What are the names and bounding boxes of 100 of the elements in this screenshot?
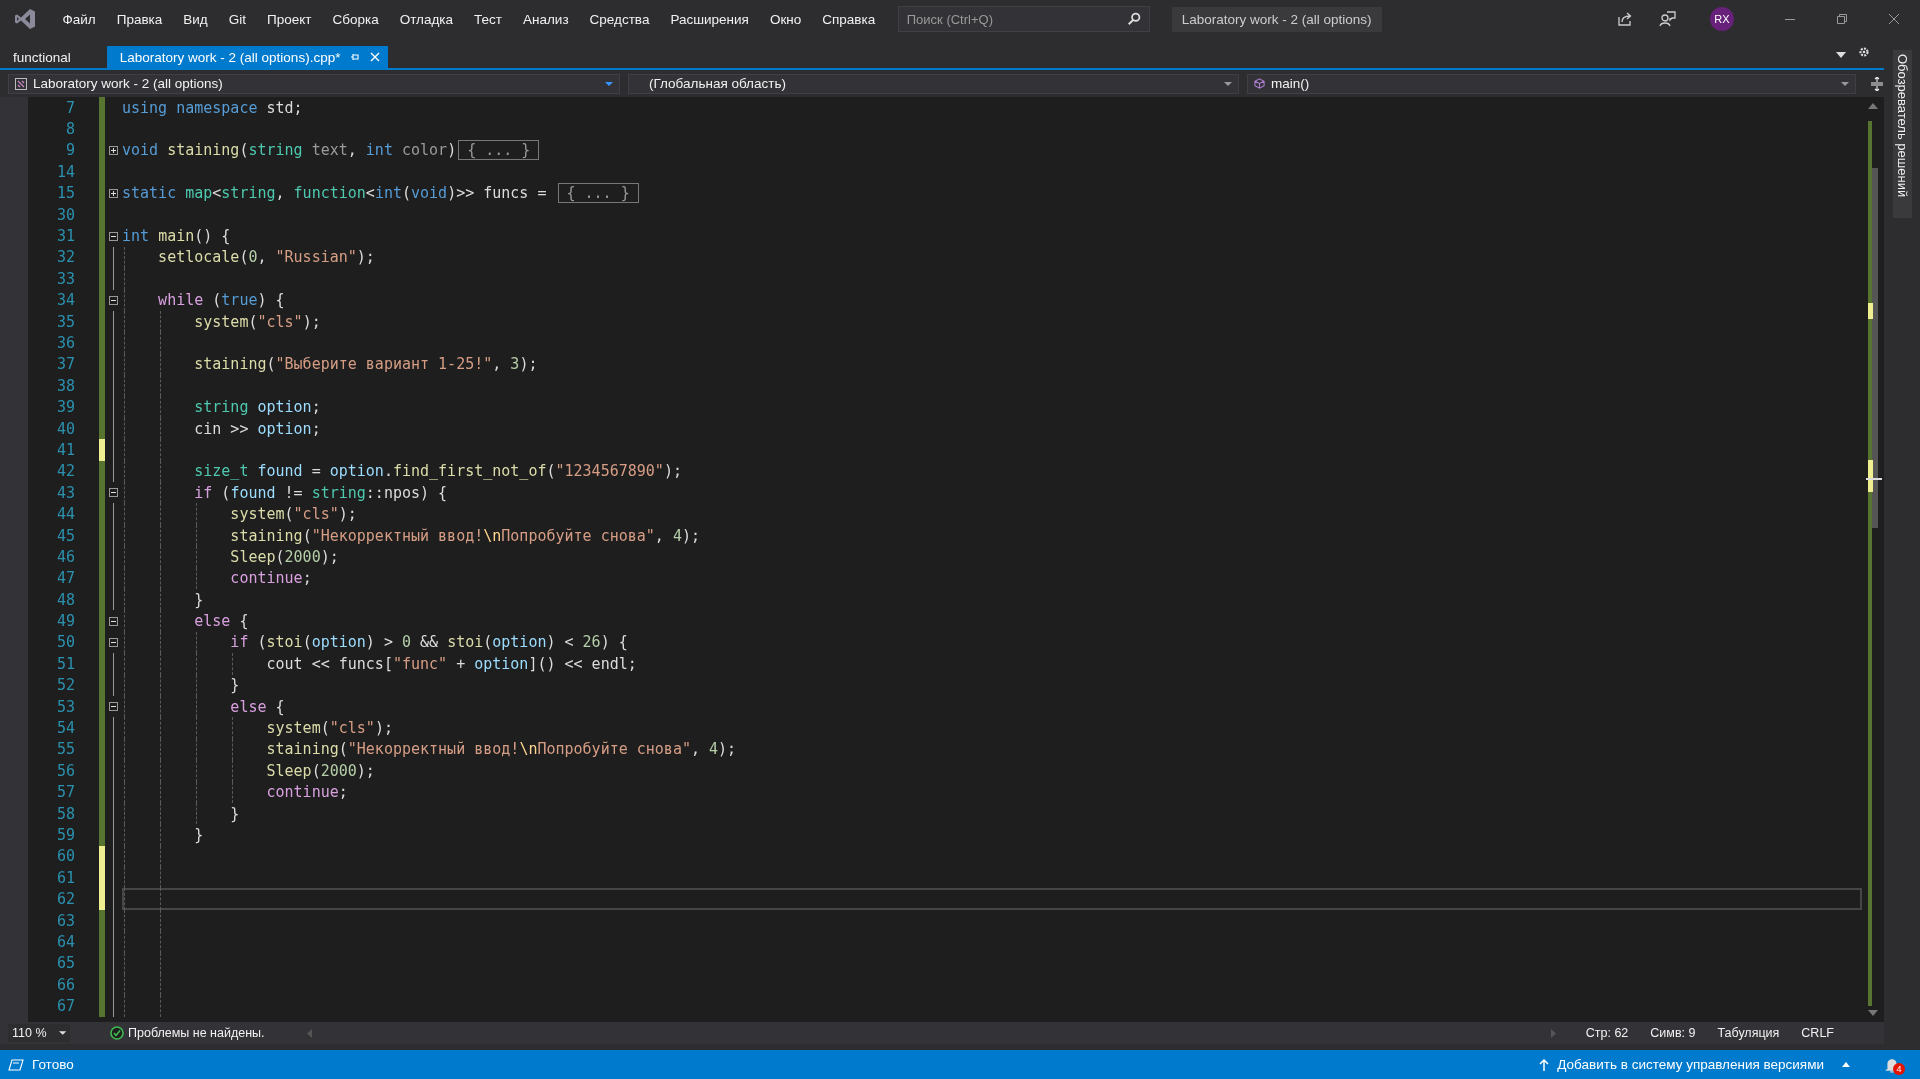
member-dropdown[interactable]: main() (1247, 73, 1856, 94)
caret-icon (605, 81, 613, 86)
line-number: 14 (55, 162, 75, 181)
menu-item[interactable]: Справка (811, 11, 886, 27)
line-number: 51 (55, 654, 75, 673)
caret-icon (1841, 81, 1849, 86)
line-number: 56 (55, 761, 75, 780)
output-icon[interactable] (8, 1058, 24, 1071)
expand-icon[interactable] (109, 145, 118, 155)
close-icon[interactable] (1888, 13, 1900, 25)
code-line: continue; (229, 569, 312, 588)
line-number: 57 (55, 783, 75, 802)
dropdown-icon[interactable] (1836, 52, 1846, 58)
menu-item[interactable]: Файл (52, 11, 107, 27)
menu-item[interactable]: Отладка (389, 11, 464, 27)
line-number: 37 (55, 355, 75, 374)
code-line: } (229, 676, 240, 695)
scope-dropdown[interactable]: (Глобальная область) (628, 73, 1239, 94)
menu-item[interactable]: Вид (172, 11, 219, 27)
menu-item[interactable]: Средства (579, 11, 660, 27)
line-endings[interactable]: CRLF (1801, 1026, 1834, 1040)
side-panel-tab[interactable]: Обозреватель решений (1892, 50, 1912, 218)
logo-icon (13, 7, 37, 31)
collapse-icon[interactable] (109, 637, 118, 647)
line-number: 50 (55, 633, 75, 652)
document-tab[interactable]: Laboratory work - 2 (all options).cpp* (106, 46, 389, 68)
code-line: system("cls"); (193, 312, 321, 331)
restore-icon[interactable] (1836, 13, 1848, 25)
caret-up-icon (1842, 1062, 1850, 1067)
zoom-dropdown[interactable]: 110 % (8, 1024, 70, 1042)
check-icon (110, 1026, 124, 1040)
search-icon (1126, 12, 1141, 26)
code-line: staining("Некорректный ввод!\nПопробуйте снова", 4); (229, 526, 700, 545)
code-line: else { (229, 697, 285, 716)
collapse-icon[interactable] (109, 488, 118, 498)
code-line: setlocale(0, "Russian"); (157, 248, 375, 267)
code-line: staining("Некорректный ввод!\nПопробуйте снова", 4); (265, 740, 737, 759)
menu-item[interactable]: Правка (106, 11, 173, 27)
line-number: 34 (55, 291, 75, 310)
line-number: 35 (55, 312, 75, 331)
pin-icon[interactable] (350, 52, 361, 62)
line-indicator[interactable]: Стр: 62 (1585, 1026, 1629, 1040)
menu-item[interactable]: Анализ (512, 11, 580, 27)
menu-item[interactable]: Тест (463, 11, 513, 27)
code-line: cin >> option; (193, 419, 321, 438)
line-number: 46 (55, 547, 75, 566)
code-line: system("cls"); (265, 719, 393, 737)
scroll-up-icon[interactable] (1868, 103, 1878, 109)
line-number: 33 (55, 269, 75, 288)
code-line: string option; (193, 398, 321, 417)
code-line: if (found != string::npos) { (193, 483, 448, 502)
menu-item[interactable]: Расширения (659, 11, 760, 27)
code-line: Sleep(2000); (265, 761, 375, 780)
line-number: 67 (55, 997, 75, 1016)
code-line: system("cls"); (229, 505, 357, 524)
line-number: 52 (55, 676, 75, 695)
menu-item[interactable]: Окно (759, 11, 812, 27)
line-number: 7 (64, 98, 75, 117)
line-number: 61 (55, 868, 75, 887)
line-number: 8 (64, 120, 75, 139)
line-number: 9 (64, 141, 75, 160)
menu-item[interactable]: Проект (256, 11, 322, 27)
line-number: 49 (55, 612, 75, 631)
collapse-icon[interactable] (109, 231, 118, 241)
settings-icon[interactable] (1858, 46, 1870, 58)
line-number: 36 (55, 334, 75, 352)
collapsed-block[interactable]: { ... } (458, 140, 540, 161)
document-tab[interactable]: functional (0, 46, 79, 68)
collapsed-block[interactable]: { ... } (557, 183, 639, 204)
source-control-button[interactable]: Добавить в систему управления версиями (1557, 1057, 1824, 1072)
collapse-icon[interactable] (109, 616, 118, 626)
collapse-icon[interactable] (109, 295, 118, 305)
search-field[interactable]: Поиск (Ctrl+Q) (897, 6, 1150, 32)
collapse-icon[interactable] (109, 702, 118, 712)
scroll-down-icon[interactable] (1868, 1010, 1878, 1016)
menu-item[interactable]: Git (218, 11, 257, 27)
caret-icon (58, 1031, 66, 1035)
code-line: static map<string, function<int(void)>> funcs = (122, 184, 548, 203)
window-title: Laboratory work - 2 (all options) (1171, 6, 1382, 32)
line-number: 59 (55, 825, 75, 844)
line-number: 39 (55, 398, 75, 417)
menu-item[interactable]: Сборка (322, 11, 390, 27)
cube-icon (1254, 78, 1265, 89)
feedback-icon[interactable] (1658, 10, 1676, 28)
line-number: 62 (55, 890, 75, 909)
code-line: continue; (265, 783, 348, 802)
code-line: else { (193, 612, 249, 631)
code-line: size_t found = option.find_first_not_of("1234567890"); (193, 462, 682, 481)
expand-icon[interactable] (109, 188, 118, 198)
line-number: 43 (55, 483, 75, 502)
column-indicator[interactable]: Симв: 9 (1650, 1026, 1696, 1040)
split-icon[interactable] (1870, 76, 1884, 91)
line-number: 66 (55, 975, 75, 994)
share-icon[interactable] (1616, 10, 1634, 28)
code-line: } (193, 825, 204, 844)
problems-status[interactable]: Проблемы не найдены. (128, 1026, 265, 1040)
code-line: cout << funcs["func" + option]() << endl; (265, 654, 637, 673)
project-dropdown[interactable]: Laboratory work - 2 (all options) (8, 73, 620, 94)
indent-mode[interactable]: Табуляция (1717, 1026, 1780, 1040)
user-avatar[interactable]: RX (1710, 7, 1734, 31)
